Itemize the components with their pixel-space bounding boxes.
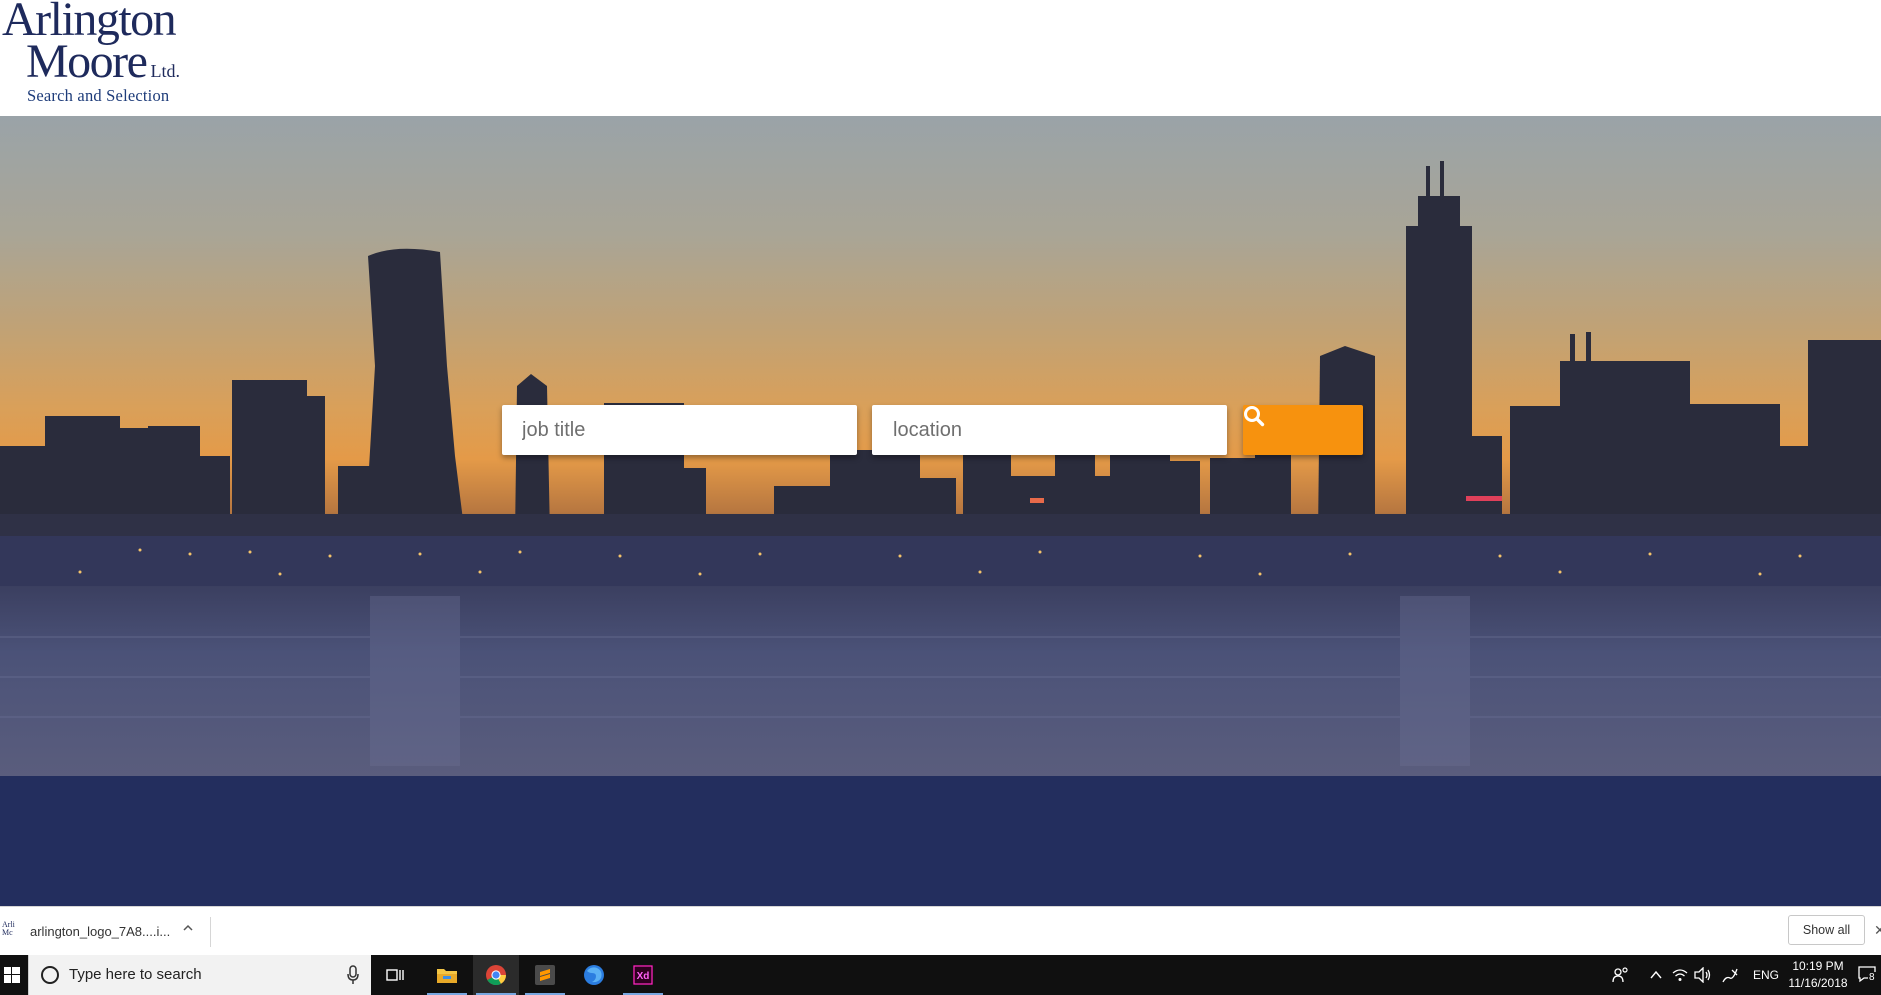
logo-ltd-text: Ltd. [150, 61, 180, 81]
footer-band [0, 776, 1881, 906]
volume-icon[interactable] [1694, 967, 1712, 983]
chevron-up-icon[interactable] [1650, 969, 1662, 981]
cortana-icon [41, 966, 59, 984]
location-input[interactable] [872, 405, 1227, 455]
job-search-form [0, 405, 1881, 455]
clock-date: 11/16/2018 [1788, 976, 1848, 990]
search-button[interactable] [1243, 405, 1363, 455]
wifi-icon[interactable] [1672, 968, 1688, 982]
chevron-up-icon[interactable] [181, 921, 195, 935]
logo-tagline: Search and Selection [27, 86, 170, 105]
microphone-icon[interactable] [347, 965, 359, 985]
action-center-button[interactable]: 8 [1858, 965, 1878, 985]
arlington-moore-logo[interactable]: Arlington Moore Ltd. Search and Selection [0, 0, 190, 110]
job-title-input[interactable] [502, 405, 857, 455]
adobe-xd-icon: Xd [633, 965, 653, 985]
download-divider [210, 917, 211, 947]
adobe-xd-button[interactable]: Xd [620, 955, 666, 995]
svg-text:Xd: Xd [637, 971, 650, 982]
taskbar-search-placeholder: Type here to search [69, 966, 202, 983]
taskbar-search-box[interactable]: Type here to search [28, 955, 371, 995]
site-header: Arlington Moore Ltd. Search and Selection [0, 0, 1881, 116]
windows-start-button[interactable] [0, 955, 24, 995]
show-all-button[interactable]: Show all [1788, 915, 1865, 945]
task-view-button[interactable] [373, 955, 419, 995]
hero-skyline-banner [0, 116, 1881, 776]
file-explorer-button[interactable] [424, 955, 470, 995]
notification-count: 8 [1868, 972, 1876, 983]
download-shelf: Arli Mc arlington_logo_7A8....i... Show a… [0, 906, 1881, 955]
pen-ink-icon[interactable] [1721, 966, 1739, 984]
logo-moore-text: Moore [26, 35, 148, 88]
chrome-icon [486, 965, 507, 986]
close-shelf-icon[interactable]: ✕ [1874, 922, 1881, 939]
sublime-text-button[interactable] [522, 955, 568, 995]
windows-logo-icon [4, 967, 20, 983]
download-item[interactable]: Arli Mc arlington_logo_7A8....i... [0, 907, 210, 956]
file-thumbnail-icon: Arli Mc [2, 920, 15, 937]
firefox-icon [584, 965, 604, 985]
download-file-name: arlington_logo_7A8....i... [30, 924, 171, 939]
file-explorer-icon [437, 969, 457, 983]
clock-time: 10:19 PM [1792, 959, 1844, 973]
people-icon[interactable] [1612, 966, 1630, 984]
task-view-icon [386, 969, 404, 981]
chrome-button[interactable] [473, 955, 519, 995]
windows-taskbar: Type here to search Xd ENG 10:19 PM 11/1… [0, 955, 1881, 995]
taskbar-clock[interactable]: 10:19 PM 11/16/2018 [1780, 958, 1856, 992]
firefox-button[interactable] [571, 955, 617, 995]
language-indicator[interactable]: ENG [1753, 955, 1779, 995]
sublime-text-icon [535, 965, 555, 985]
search-icon [1244, 406, 1265, 427]
